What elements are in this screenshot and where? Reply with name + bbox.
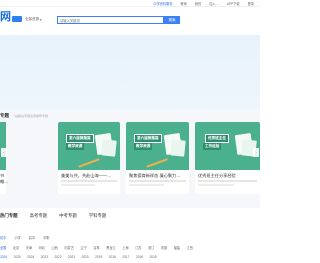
region-option[interactable]: 河北 [39, 245, 45, 250]
filter-label: 全部资源 [25, 17, 39, 21]
card-title: 聚焦德育新样态 凝心聚力… [129, 173, 181, 178]
region-option[interactable]: 内蒙古 [64, 245, 74, 250]
card-subtitle [61, 184, 96, 186]
card-title: 优秀班主任分享经验 [198, 173, 236, 178]
card-thumbnail [0, 122, 6, 170]
logo-badge [12, 16, 22, 22]
region-option[interactable]: 福建 [174, 245, 180, 250]
top-bar: 中学资料服务 教师 我的 加入… APP下载 登录 [0, 0, 260, 7]
card-subtitle [129, 184, 164, 186]
card-badge: 优秀班主任 [205, 134, 229, 143]
pencil-icon [78, 158, 100, 168]
region-option[interactable]: 江西 [187, 245, 193, 250]
topic-card-partial[interactable]: 书翰… [0, 122, 9, 194]
card-thumbnail: 优秀班主任 工作经验 [195, 122, 260, 170]
top-link[interactable]: 登录 [248, 1, 254, 6]
year-option[interactable]: 2022 [54, 255, 61, 259]
carousel-prev-button[interactable]: ‹ [1, 148, 7, 157]
topic-card[interactable]: 优秀班主任 工作经验 优秀班主任分享经验 [195, 122, 260, 194]
top-links: 中学资料服务 教师 我的 加入… APP下载 登录 [153, 1, 254, 6]
level-option[interactable]: 高中 [29, 235, 35, 240]
year-filter-row: 2026 2025 2024 2023 2022 2021 2020 2019 … [0, 255, 157, 259]
card-subtitle [198, 180, 257, 182]
card-subtitle [198, 184, 234, 186]
top-link[interactable]: APP下载 [227, 1, 240, 6]
search-box [57, 16, 164, 24]
chevron-down-icon: ▾ [40, 17, 42, 22]
year-option[interactable]: 2018 [109, 255, 116, 259]
section-title: 专题 [0, 113, 9, 118]
region-option[interactable]: 浙江 [148, 245, 154, 250]
level-option[interactable]: 小学 [14, 235, 20, 240]
region-option[interactable]: 北京 [13, 245, 19, 250]
tab-hot[interactable]: 热门专题 [0, 213, 18, 219]
banner[interactable] [0, 35, 260, 110]
level-option[interactable]: 初中 [0, 235, 6, 240]
top-link[interactable]: 教师 [181, 1, 187, 6]
card-badge: 第六届微题篇 [66, 134, 94, 143]
card-badge-line: 教学资源 [134, 143, 153, 150]
site-logo[interactable]: 网 [0, 12, 11, 23]
region-option[interactable]: 江苏 [135, 245, 141, 250]
region-filter-row: 全国 北京 天津 河北 山西 内蒙古 辽宁 吉林 黑龙江 上海 江苏 浙江 安徽… [0, 245, 193, 250]
card-title: 书翰… [0, 173, 9, 184]
top-link[interactable]: 我的 [195, 1, 201, 6]
search-button[interactable]: 搜索 [164, 16, 180, 24]
pencil-icon [146, 158, 168, 168]
tab-gaokao[interactable]: 高考专题 [30, 213, 48, 219]
year-option[interactable]: 2015 [150, 255, 157, 259]
card-badge-line: 教学资源 [66, 143, 85, 150]
topic-tabs: 热门专题 高考专题 中考专题 学科专题 [0, 211, 106, 221]
region-option[interactable]: 安徽 [161, 245, 167, 250]
year-option[interactable]: 2025 [14, 255, 21, 259]
top-link[interactable]: 加入… [209, 1, 219, 6]
card-subtitle [61, 180, 117, 182]
region-option[interactable]: 山西 [52, 245, 58, 250]
year-option[interactable]: 2021 [68, 255, 75, 259]
card-title: 美美与共，共赴山海——… [61, 173, 112, 178]
region-option[interactable]: 吉林 [93, 245, 99, 250]
top-link[interactable]: 中学资料服务 [153, 1, 172, 6]
card-badge-line: 工作经验 [203, 143, 222, 150]
card-thumbnail: 第六届微题篇 教学资源 [58, 122, 120, 170]
search-input[interactable] [60, 18, 140, 23]
region-option[interactable]: 全国 [0, 245, 6, 250]
section-header: 专题 一站解决专题资源推荐专题 [0, 112, 48, 120]
topic-card[interactable]: 第六届微题篇 教学资源 美美与共，共赴山海——… [58, 122, 120, 194]
tab-zhongkao[interactable]: 中考专题 [59, 213, 77, 219]
year-option[interactable]: 2017 [122, 255, 129, 259]
card-badge: 第六届微题篇 [134, 134, 162, 143]
region-option[interactable]: 辽宁 [80, 245, 86, 250]
paper-illustration [101, 139, 117, 157]
year-option[interactable]: 2016 [136, 255, 143, 259]
year-option[interactable]: 2026 [0, 255, 7, 259]
card-thumbnail: 第六届微题篇 教学资源 [126, 122, 189, 170]
region-option[interactable]: 天津 [26, 245, 32, 250]
topic-card[interactable]: 第六届微题篇 教学资源 聚焦德育新样态 凝心聚力… [126, 122, 189, 194]
tab-subject[interactable]: 学科专题 [89, 213, 107, 219]
year-option[interactable]: 2023 [41, 255, 48, 259]
level-option[interactable]: 中职 [43, 235, 49, 240]
year-option[interactable]: 2020 [82, 255, 89, 259]
section-desc: 一站解决专题资源推荐专题 [12, 114, 49, 118]
resource-filter[interactable]: 全部资源 ▾ [25, 16, 42, 23]
level-filter-row: 初中 小学 高中 中职 [0, 235, 50, 240]
card-subtitle [129, 180, 186, 182]
region-option[interactable]: 上海 [122, 245, 128, 250]
year-option[interactable]: 2019 [95, 255, 102, 259]
year-option[interactable]: 2024 [27, 255, 34, 259]
region-option[interactable]: 黑龙江 [106, 245, 116, 250]
carousel-next-button[interactable]: › [253, 148, 259, 157]
paper-illustration [170, 139, 186, 157]
